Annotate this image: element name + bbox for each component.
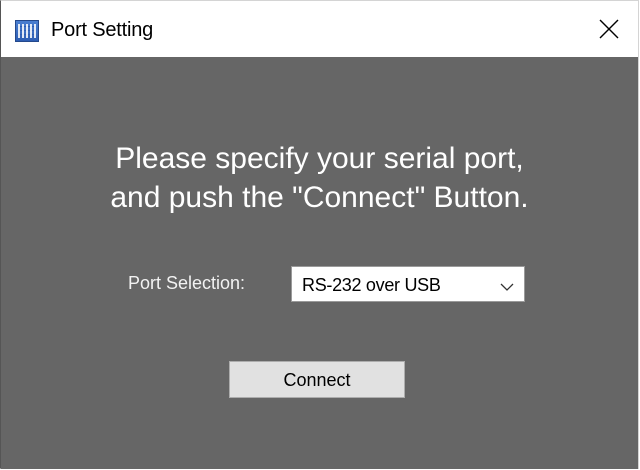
port-selection-label: Port Selection: <box>128 273 246 293</box>
close-icon[interactable] <box>596 16 622 42</box>
port-setting-dialog: Port Setting Please specify your serial … <box>0 0 639 469</box>
dialog-body <box>1 57 638 469</box>
window-title: Port Setting <box>51 19 154 41</box>
instructions-text: Please specify your serial port, and pus… <box>1 139 638 217</box>
instructions-line-2: and push the "Connect" Button. <box>110 181 529 214</box>
chevron-down-icon <box>500 279 514 291</box>
title-bar[interactable]: Port Setting <box>1 1 638 57</box>
app-icon <box>15 20 39 42</box>
connect-button[interactable]: Connect <box>229 361 405 398</box>
port-selection-value: RS-232 over USB <box>302 275 441 295</box>
port-selection-dropdown[interactable]: RS-232 over USB <box>291 266 525 302</box>
instructions-line-1: Please specify your serial port, <box>115 142 524 175</box>
